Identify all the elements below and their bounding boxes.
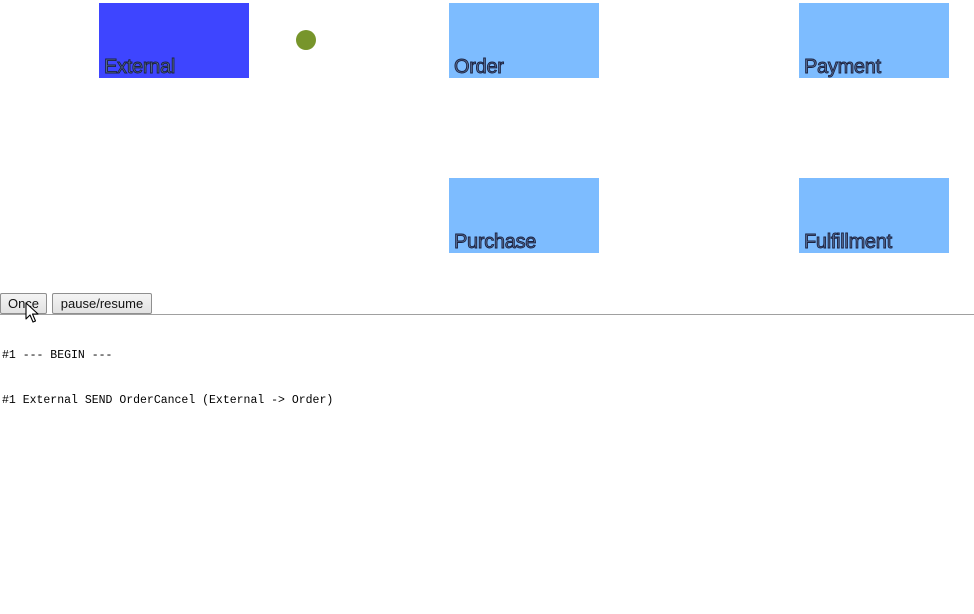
- control-bar: Once pause/resume: [0, 293, 152, 314]
- node-fulfillment: Fulfillment: [799, 178, 949, 253]
- node-external: External: [99, 3, 249, 78]
- node-order: Order: [449, 3, 599, 78]
- node-label-payment: Payment: [804, 56, 882, 79]
- pause-resume-button[interactable]: pause/resume: [52, 293, 152, 314]
- message-dot: [296, 30, 316, 50]
- node-purchase: Purchase: [449, 178, 599, 253]
- log-line: #1 --- BEGIN ---: [2, 349, 113, 362]
- node-label-fulfillment: Fulfillment: [804, 231, 893, 254]
- node-label-purchase: Purchase: [454, 231, 537, 254]
- event-log: #1 --- BEGIN --- #1 External SEND OrderC…: [2, 318, 333, 423]
- arrow-pointer-icon: [25, 302, 39, 323]
- node-label-external: External: [104, 56, 176, 79]
- divider: [0, 314, 974, 315]
- log-line: #1 External SEND OrderCancel (External -…: [2, 394, 334, 407]
- once-button[interactable]: Once: [0, 293, 47, 314]
- node-payment: Payment: [799, 3, 949, 78]
- simulation-canvas: External Order Payment Purchase Fulfillm…: [0, 0, 974, 290]
- node-label-order: Order: [454, 56, 505, 79]
